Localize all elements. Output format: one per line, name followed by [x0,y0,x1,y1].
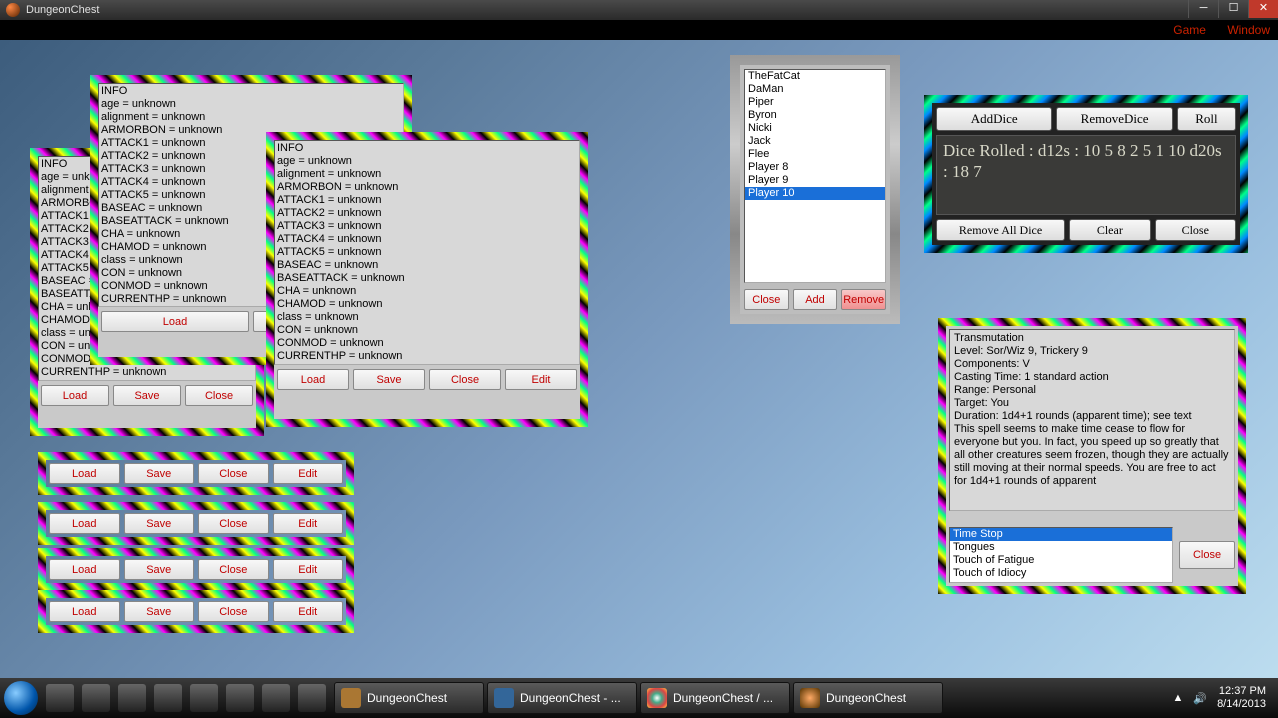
task-button[interactable]: DungeonChest - ... [487,682,637,714]
app-icon [800,688,820,708]
player-list[interactable]: TheFatCatDaManPiperByronNickiJackFleePla… [744,69,886,283]
add-button[interactable]: Add [793,289,838,310]
taskbar: DungeonChest DungeonChest - ... DungeonC… [0,678,1278,718]
save-button[interactable]: Save [353,369,425,390]
pinned-icon[interactable] [82,684,110,712]
menubar: Game Window [0,20,1278,40]
close-button[interactable]: Close [198,601,269,622]
spell-list-item[interactable]: Time Stop [950,528,1172,541]
app-icon [6,3,20,17]
pinned-icon[interactable] [46,684,74,712]
char-info-front[interactable]: INFO age = unknown alignment = unknown A… [274,140,580,365]
pinned-icon[interactable] [226,684,254,712]
close-button[interactable]: Close [185,385,253,406]
player-list-item[interactable]: DaMan [745,83,885,96]
player-panel: TheFatCatDaManPiperByronNickiJackFleePla… [730,55,900,324]
edit-button[interactable]: Edit [273,513,344,534]
player-list-item[interactable]: Player 8 [745,161,885,174]
load-button[interactable]: Load [49,559,120,580]
clear-button[interactable]: Clear [1069,219,1150,241]
edit-button[interactable]: Edit [273,601,344,622]
system-tray[interactable]: ▲ 🔊 12:37 PM 8/14/2013 [1172,685,1274,711]
load-button[interactable]: Load [101,311,249,332]
spell-list-item[interactable]: Touch of Fatigue [950,554,1172,567]
close-button[interactable]: Close [1155,219,1236,241]
load-button[interactable]: Load [41,385,109,406]
spell-list-item[interactable]: Tongues [950,541,1172,554]
edit-button[interactable]: Edit [273,463,344,484]
minimize-button[interactable]: ─ [1188,0,1218,18]
player-list-item[interactable]: Byron [745,109,885,122]
player-list-item[interactable]: Jack [745,135,885,148]
remove-all-dice-button[interactable]: Remove All Dice [936,219,1065,241]
clock-time: 12:37 PM [1217,685,1266,698]
save-button[interactable]: Save [113,385,181,406]
button-strip-4: Load Save Close Edit [38,590,354,633]
menu-game[interactable]: Game [1173,23,1206,37]
button-strip-3: Load Save Close Edit [38,548,354,591]
volume-icon[interactable]: 🔊 [1193,692,1207,705]
maximize-button[interactable]: ☐ [1218,0,1248,18]
clock[interactable]: 12:37 PM 8/14/2013 [1217,685,1266,711]
folder-icon [341,688,361,708]
spell-text[interactable]: Transmutation Level: Sor/Wiz 9, Trickery… [949,329,1235,511]
close-button[interactable]: Close [1179,541,1235,569]
player-list-item[interactable]: Player 10 [745,187,885,200]
dice-output: Dice Rolled : d12s : 10 5 8 2 5 1 10 d20… [936,135,1236,215]
window-title: DungeonChest [26,4,99,16]
pinned-icon[interactable] [298,684,326,712]
char-panel-front: INFO age = unknown alignment = unknown A… [266,132,588,427]
close-button[interactable]: Close [429,369,501,390]
close-button[interactable]: Close [198,463,269,484]
player-list-item[interactable]: Nicki [745,122,885,135]
spell-list[interactable]: Time StopTonguesTouch of FatigueTouch of… [949,527,1173,583]
task-button[interactable]: DungeonChest [793,682,943,714]
remove-dice-button[interactable]: RemoveDice [1056,107,1172,131]
tray-chevron-icon[interactable]: ▲ [1172,692,1183,704]
button-strip-1: Load Save Close Edit [38,452,354,495]
player-list-item[interactable]: TheFatCat [745,70,885,83]
roll-button[interactable]: Roll [1177,107,1236,131]
pinned-icon[interactable] [190,684,218,712]
pinned-icon[interactable] [154,684,182,712]
save-button[interactable]: Save [124,601,195,622]
dice-panel: AddDice RemoveDice Roll Dice Rolled : d1… [924,95,1248,253]
window-titlebar: DungeonChest ─ ☐ ✕ [0,0,1278,20]
task-label: DungeonChest / ... [673,691,773,705]
pinned-icon[interactable] [118,684,146,712]
close-window-button[interactable]: ✕ [1248,0,1278,18]
close-button[interactable]: Close [198,513,269,534]
app-icon [494,688,514,708]
button-strip-2: Load Save Close Edit [38,502,354,545]
spell-panel: Transmutation Level: Sor/Wiz 9, Trickery… [938,318,1246,594]
save-button[interactable]: Save [124,463,195,484]
task-button[interactable]: DungeonChest [334,682,484,714]
load-button[interactable]: Load [49,601,120,622]
pinned-icon[interactable] [262,684,290,712]
menu-window[interactable]: Window [1227,23,1270,37]
load-button[interactable]: Load [49,463,120,484]
task-label: DungeonChest [367,691,447,705]
load-button[interactable]: Load [277,369,349,390]
close-button[interactable]: Close [744,289,789,310]
clock-date: 8/14/2013 [1217,698,1266,711]
player-list-item[interactable]: Piper [745,96,885,109]
player-list-item[interactable]: Flee [745,148,885,161]
task-label: DungeonChest - ... [520,691,621,705]
save-button[interactable]: Save [124,513,195,534]
task-label: DungeonChest [826,691,906,705]
chrome-icon [647,688,667,708]
close-button[interactable]: Close [198,559,269,580]
spell-list-item[interactable]: Touch of Idiocy [950,567,1172,580]
save-button[interactable]: Save [124,559,195,580]
load-button[interactable]: Load [49,513,120,534]
edit-button[interactable]: Edit [505,369,577,390]
player-list-item[interactable]: Player 9 [745,174,885,187]
task-button[interactable]: DungeonChest / ... [640,682,790,714]
add-dice-button[interactable]: AddDice [936,107,1052,131]
remove-button[interactable]: Remove [841,289,886,310]
edit-button[interactable]: Edit [273,559,344,580]
start-button[interactable] [4,681,38,715]
